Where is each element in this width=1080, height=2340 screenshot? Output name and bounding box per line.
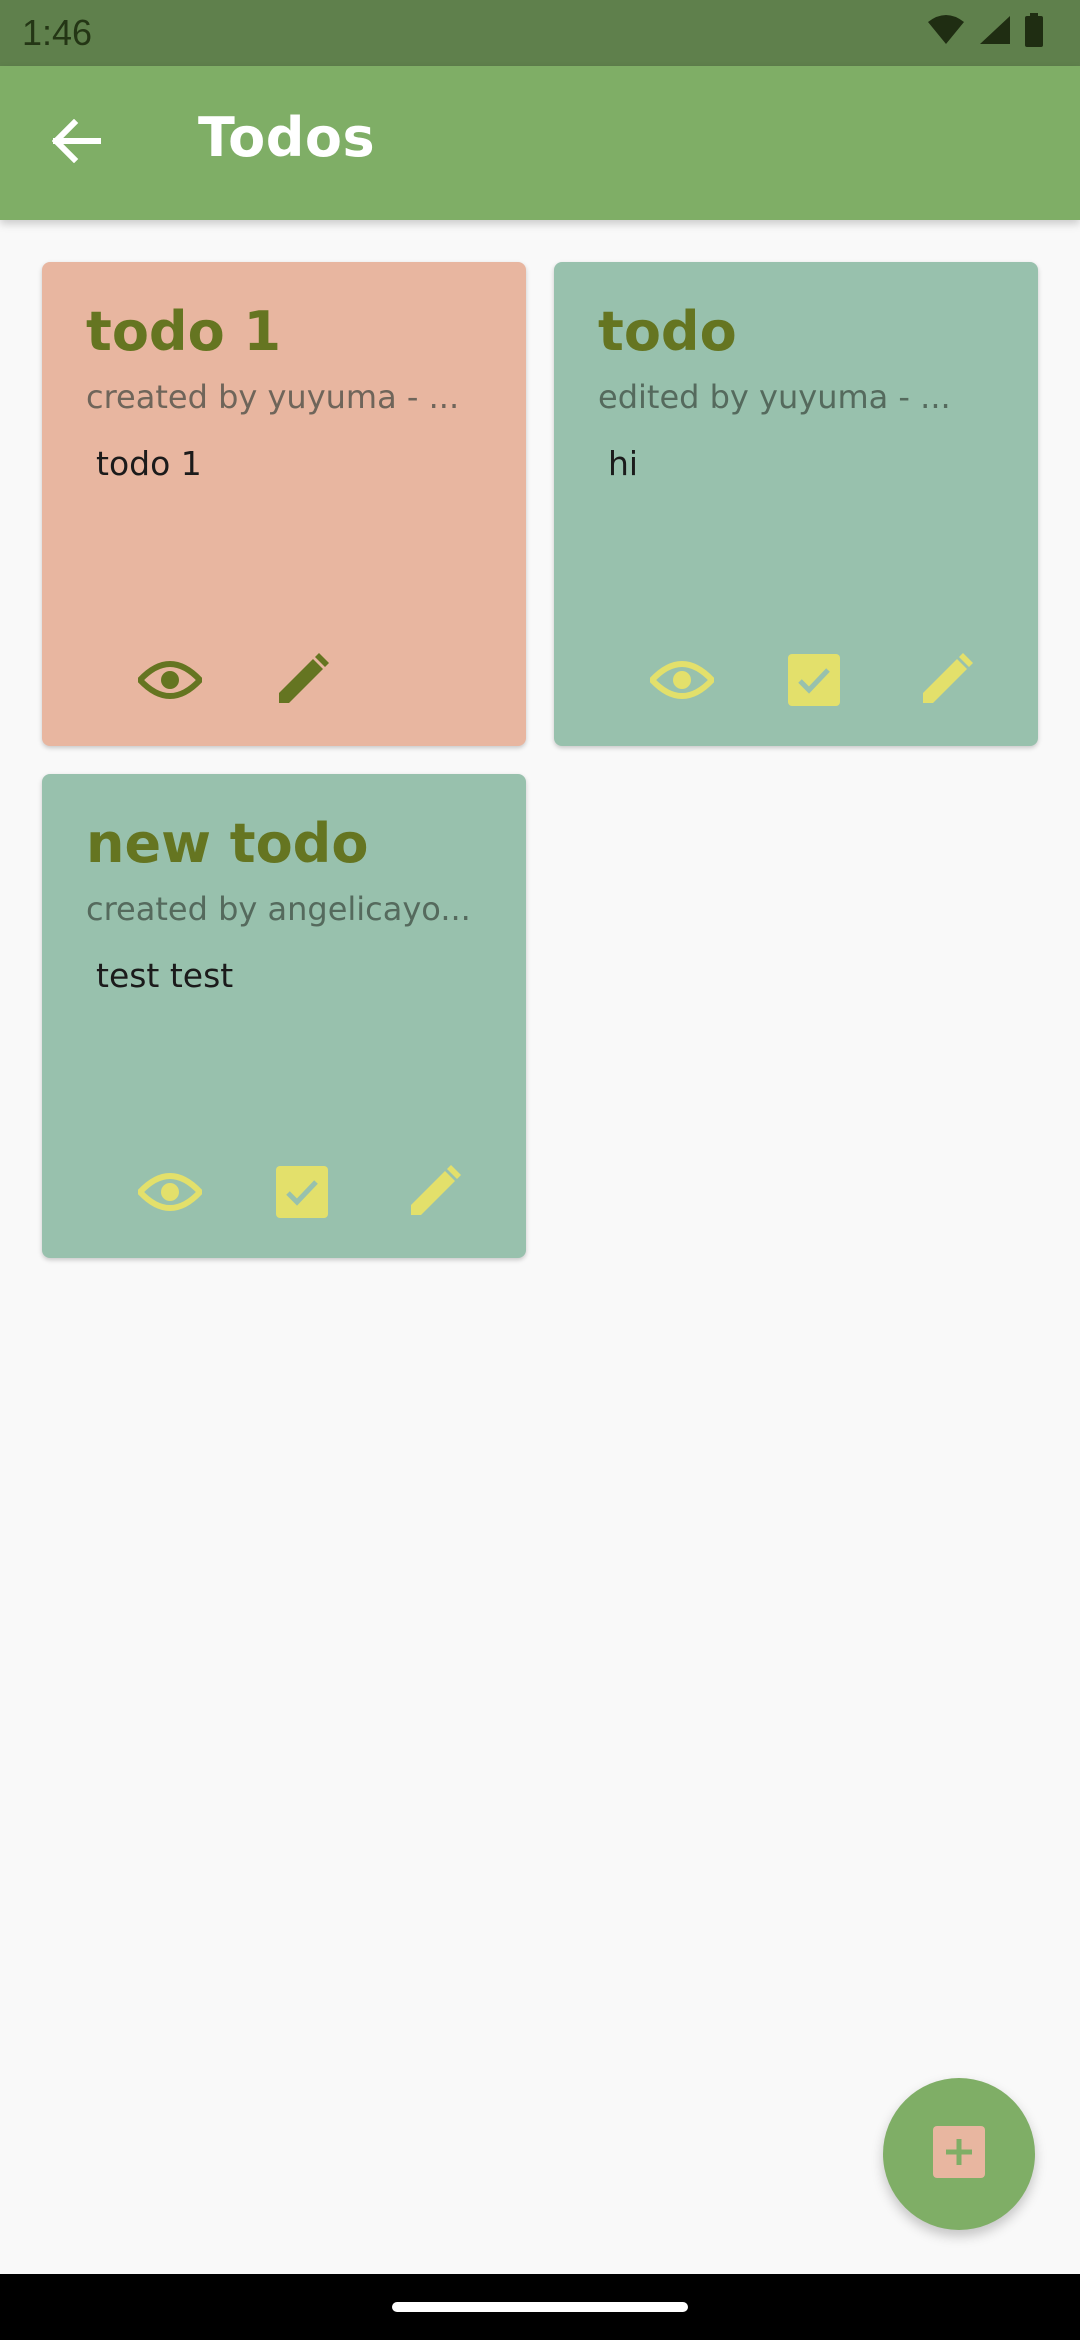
checkbox-checked-icon [276, 1166, 328, 1222]
edit-button[interactable] [402, 1164, 466, 1224]
view-button[interactable] [647, 652, 717, 712]
add-todo-button[interactable] [883, 2078, 1035, 2230]
back-button[interactable] [40, 106, 114, 180]
todo-body: test test [96, 956, 234, 995]
edit-button[interactable] [914, 652, 978, 712]
edit-button[interactable] [270, 652, 334, 712]
todo-subtitle: created by yuyuma - ... [86, 378, 460, 416]
todo-card[interactable]: new todo created by angelicayo... test t… [42, 774, 526, 1258]
pencil-icon [275, 653, 329, 711]
arrow-back-icon [51, 118, 102, 167]
status-time: 1:46 [22, 12, 93, 53]
todo-title: todo [598, 300, 737, 363]
page-title: Todos [198, 106, 376, 169]
view-button[interactable] [135, 1164, 205, 1224]
app-bar: Todos [0, 66, 1080, 220]
add-icon [933, 2126, 985, 2182]
cell-signal-icon [978, 14, 1012, 50]
complete-button[interactable] [270, 1164, 334, 1224]
status-icons [926, 13, 1044, 51]
todo-title: new todo [86, 812, 369, 875]
todo-card[interactable]: todo 1 created by yuyuma - ... todo 1 [42, 262, 526, 746]
navigation-bar [0, 2274, 1080, 2340]
view-button[interactable] [135, 652, 205, 712]
todo-card[interactable]: todo edited by yuyuma - ... hi [554, 262, 1038, 746]
eye-icon [647, 658, 717, 706]
todo-body: hi [608, 444, 639, 483]
wifi-icon [926, 14, 966, 50]
todo-body: todo 1 [96, 444, 202, 483]
checkbox-checked-icon [788, 654, 840, 710]
home-indicator[interactable] [392, 2302, 688, 2312]
todo-title: todo 1 [86, 300, 282, 363]
eye-icon [135, 1170, 205, 1218]
pencil-icon [407, 1165, 461, 1223]
pencil-icon [919, 653, 973, 711]
todo-subtitle: created by angelicayo... [86, 890, 471, 928]
status-bar: 1:46 [0, 0, 1080, 66]
eye-icon [135, 658, 205, 706]
todo-subtitle: edited by yuyuma - ... [598, 378, 951, 416]
complete-button[interactable] [782, 652, 846, 712]
battery-icon [1024, 13, 1044, 51]
